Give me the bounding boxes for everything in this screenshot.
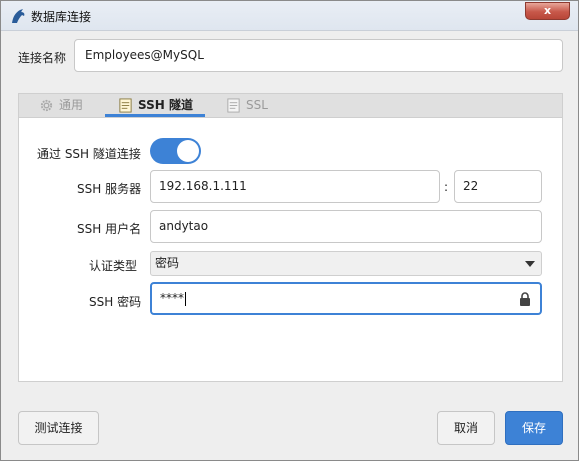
document-icon: [227, 98, 240, 113]
ssh-enable-toggle[interactable]: [150, 138, 201, 164]
connection-dialog: 数据库连接 x 连接名称 Employees@MySQL 通用 SSH 隧道 S…: [0, 0, 579, 461]
auth-type-label: 认证类型: [89, 259, 138, 273]
toggle-knob: [177, 140, 199, 162]
gear-icon: [40, 99, 53, 112]
document-icon: [119, 98, 132, 113]
chevron-down-icon: [525, 261, 535, 267]
auth-type-select[interactable]: 密码: [150, 251, 542, 276]
port-separator: :: [444, 180, 449, 194]
save-button[interactable]: 保存: [505, 411, 563, 445]
tab-ssh-label: SSH 隧道: [138, 98, 193, 112]
test-connection-button[interactable]: 测试连接: [18, 411, 99, 445]
ssh-enable-label: 通过 SSH 隧道连接: [37, 147, 141, 161]
ssh-user-label: SSH 用户名: [77, 222, 142, 236]
title-bar: 数据库连接 x: [1, 1, 578, 31]
auth-type-value: 密码: [155, 256, 180, 270]
text-caret: [185, 291, 186, 306]
ssh-password-value: ****: [160, 291, 184, 305]
ssh-server-label: SSH 服务器: [77, 182, 142, 196]
ssh-user-input[interactable]: andytao: [150, 210, 542, 243]
tab-strip: 通用 SSH 隧道 SSL: [18, 93, 563, 117]
ssh-server-input[interactable]: 192.168.1.111: [150, 170, 440, 203]
tab-ssl-label: SSL: [246, 98, 268, 112]
connection-name-input[interactable]: Employees@MySQL: [74, 39, 563, 72]
tab-general-label: 通用: [59, 98, 84, 112]
active-tab-indicator: [105, 114, 205, 117]
ssh-password-label: SSH 密码: [89, 295, 142, 309]
app-logo-icon: [12, 9, 25, 23]
lock-icon: [520, 292, 530, 306]
ssh-password-input[interactable]: ****: [150, 282, 542, 315]
connection-name-label: 连接名称: [18, 51, 67, 65]
ssh-port-input[interactable]: 22: [454, 170, 542, 203]
close-button[interactable]: x: [525, 2, 570, 20]
tab-general[interactable]: 通用: [37, 94, 83, 117]
window-title: 数据库连接: [31, 10, 92, 24]
tab-ssl[interactable]: SSL: [224, 94, 268, 117]
cancel-button[interactable]: 取消: [437, 411, 495, 445]
